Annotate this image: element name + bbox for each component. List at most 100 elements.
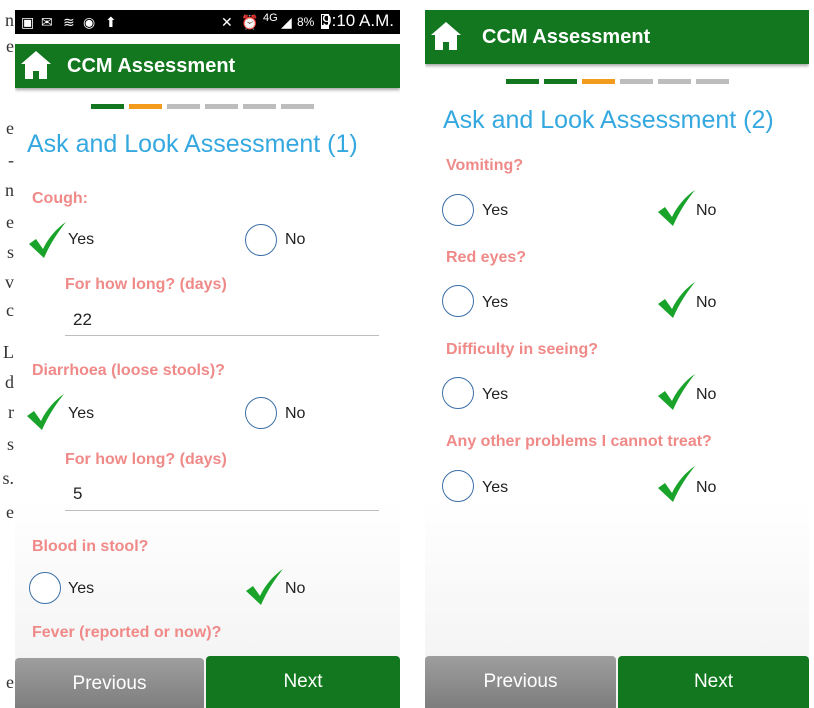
previous-button[interactable]: Previous [425,656,616,708]
progress-step [506,79,539,84]
bg-letter: e [6,36,14,56]
radio-label-no: No [696,294,717,311]
home-icon[interactable] [429,20,463,54]
progress-step [91,104,124,109]
radio-circle-icon [245,397,277,429]
mail-icon: ✉ [41,14,53,30]
radio-red-eyes-yes[interactable] [442,285,476,319]
check-icon [27,394,64,430]
radio-label-no: No [285,580,306,597]
progress-indicator [91,104,314,109]
gallery-icon: ▣ [21,14,35,30]
progress-step [582,79,615,84]
next-button[interactable]: Next [206,656,400,708]
radio-label-no: No [696,386,717,403]
phone-screen-assessment-1: ▣ ✉ ≋ ◉ ⬆ ✕ ⏰ 4G ◢ 8% 9:10 A.M. CCM Asse… [15,10,400,708]
check-icon [658,466,695,502]
radio-label-yes: Yes [68,231,95,248]
input-underline [65,335,379,336]
radio-label-no: No [285,231,306,248]
progress-step [281,104,314,109]
app-title: CCM Assessment [482,26,651,48]
question-red-eyes: Red eyes? [446,249,527,266]
radio-circle-icon [442,470,474,502]
radio-diarrhoea-no[interactable] [245,397,279,431]
radio-blood-yes[interactable] [29,572,63,606]
progress-step [167,104,200,109]
radio-label-yes: Yes [482,479,509,496]
question-difficulty-seeing: Difficulty in seeing? [446,341,599,358]
progress-step [205,104,238,109]
radio-red-eyes-no[interactable] [658,282,695,320]
radio-label-yes: Yes [482,386,509,403]
network-type: 4G [263,12,278,24]
bg-letter: e [6,502,14,522]
radio-label-no: No [696,479,717,496]
followup-diarrhoea-duration-label: For how long? (days) [65,451,227,468]
signal-icon: ◢ [281,14,292,30]
app-bar: CCM Assessment [425,10,809,64]
radio-circle-icon [442,194,474,226]
radio-label-yes: Yes [68,580,95,597]
progress-step [696,79,729,84]
next-button[interactable]: Next [618,656,809,708]
radio-circle-icon [245,224,277,256]
followup-cough-duration-label: For how long? (days) [65,276,227,293]
radio-seeing-no[interactable] [658,374,695,412]
radio-other-no[interactable] [658,466,695,504]
radio-circle-icon [442,377,474,409]
bg-letter: r [8,402,14,422]
progress-step [129,104,162,109]
check-icon [29,222,66,258]
bg-letter: e [6,212,14,232]
bg-letter: e [6,672,14,692]
check-icon [658,374,695,410]
diarrhoea-duration-input[interactable]: 5 [73,484,82,504]
check-icon [658,190,695,226]
question-other-problems: Any other problems I cannot treat? [446,433,712,450]
radio-cough-no[interactable] [245,224,279,258]
app-bar: CCM Assessment [15,44,400,88]
progress-step [243,104,276,109]
question-fever: Fever (reported or now)? [32,624,222,641]
bg-letter: v [5,272,14,292]
mute-icon: ✕ [221,14,233,30]
progress-step [658,79,691,84]
previous-button[interactable]: Previous [15,658,204,708]
progress-step [544,79,577,84]
background-document: n e e - n e s v c L d r s s. e e [0,0,15,708]
bg-letter: n [5,180,14,200]
question-diarrhoea: Diarrhoea (loose stools)? [32,362,225,379]
cough-duration-input[interactable]: 22 [73,310,92,330]
radio-seeing-yes[interactable] [442,377,476,411]
bg-letter: c [6,300,14,320]
question-blood-in-stool: Blood in stool? [32,538,149,555]
radio-circle-icon [442,285,474,317]
bg-letter: s [6,242,14,262]
check-icon [658,282,695,318]
section-title: Ask and Look Assessment (2) [443,106,774,134]
input-underline [65,510,379,511]
radio-label-yes: Yes [68,405,95,422]
radio-cough-yes[interactable] [29,222,66,260]
bg-letter: n [5,10,14,30]
check-icon [246,569,283,605]
alarm-icon: ⏰ [241,14,259,30]
question-cough: Cough: [32,190,88,207]
section-title: Ask and Look Assessment (1) [27,130,358,158]
radio-diarrhoea-yes[interactable] [27,394,64,432]
radio-vomiting-no[interactable] [658,190,695,228]
radio-other-yes[interactable] [442,470,476,504]
progress-step [620,79,653,84]
radio-vomiting-yes[interactable] [442,194,476,228]
home-icon[interactable] [19,49,53,83]
radio-label-yes: Yes [482,294,509,311]
radio-circle-icon [29,572,61,604]
bg-letter: e [6,118,14,138]
progress-indicator [506,79,729,84]
phone-screen-assessment-2: CCM Assessment Ask and Look Assessment (… [425,10,809,708]
status-bar: ▣ ✉ ≋ ◉ ⬆ ✕ ⏰ 4G ◢ 8% 9:10 A.M. [15,10,400,34]
radio-blood-no[interactable] [246,569,283,607]
bg-letter: s. [2,468,14,488]
upload-icon: ⬆ [105,14,117,30]
